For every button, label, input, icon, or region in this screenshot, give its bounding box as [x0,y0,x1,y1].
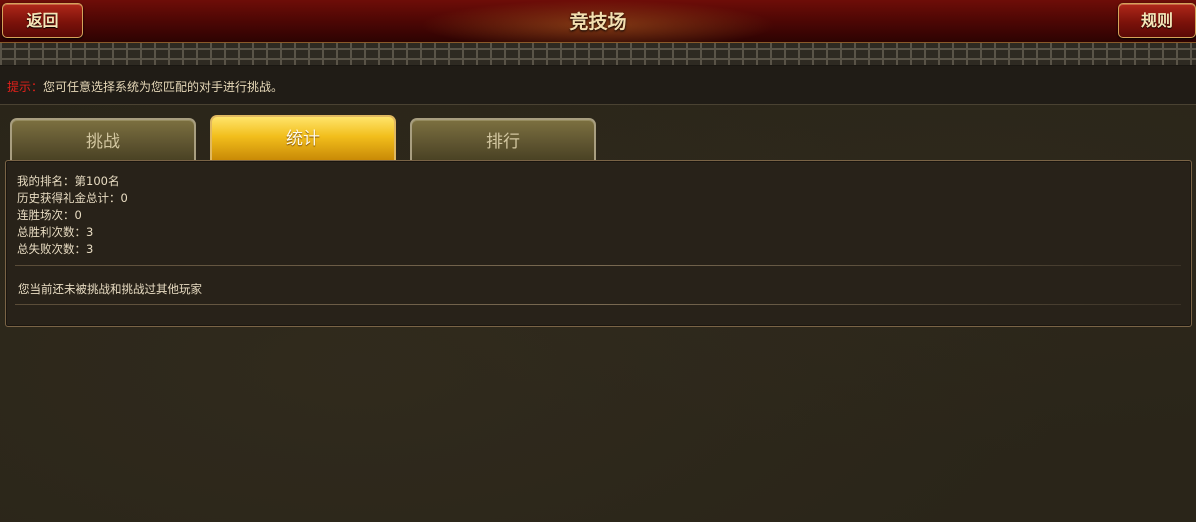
tab-ranking[interactable]: 排行 [410,118,596,160]
tab-challenge[interactable]: 挑战 [10,118,196,160]
stat-total-wins: 总胜利次数：3 [17,225,94,239]
stat-total-gift: 历史获得礼金总计：0 [17,191,128,205]
hint-text: 提示：您可任意选择系统为您匹配的对手进行挑战。 [7,78,283,95]
hint-label: 提示： [7,80,44,94]
stat-rank: 我的排名：第100名 [17,174,120,188]
stat-total-losses: 总失败次数：3 [17,242,94,256]
statistics-panel [5,160,1192,327]
challenge-status-message: 您当前还未被挑战和挑战过其他玩家 [18,282,202,296]
rules-button[interactable]: 规则 [1118,3,1196,38]
page-title: 竞技场 [569,11,627,33]
decorative-border [0,43,1196,66]
top-header: 竞技场 [0,0,1196,43]
stat-win-streak: 连胜场次：0 [17,208,82,222]
back-button[interactable]: 返回 [2,3,83,38]
tab-statistics[interactable]: 统计 [210,115,396,160]
divider [15,304,1181,305]
divider [15,265,1181,266]
hint-message: 您可任意选择系统为您匹配的对手进行挑战。 [43,80,284,94]
